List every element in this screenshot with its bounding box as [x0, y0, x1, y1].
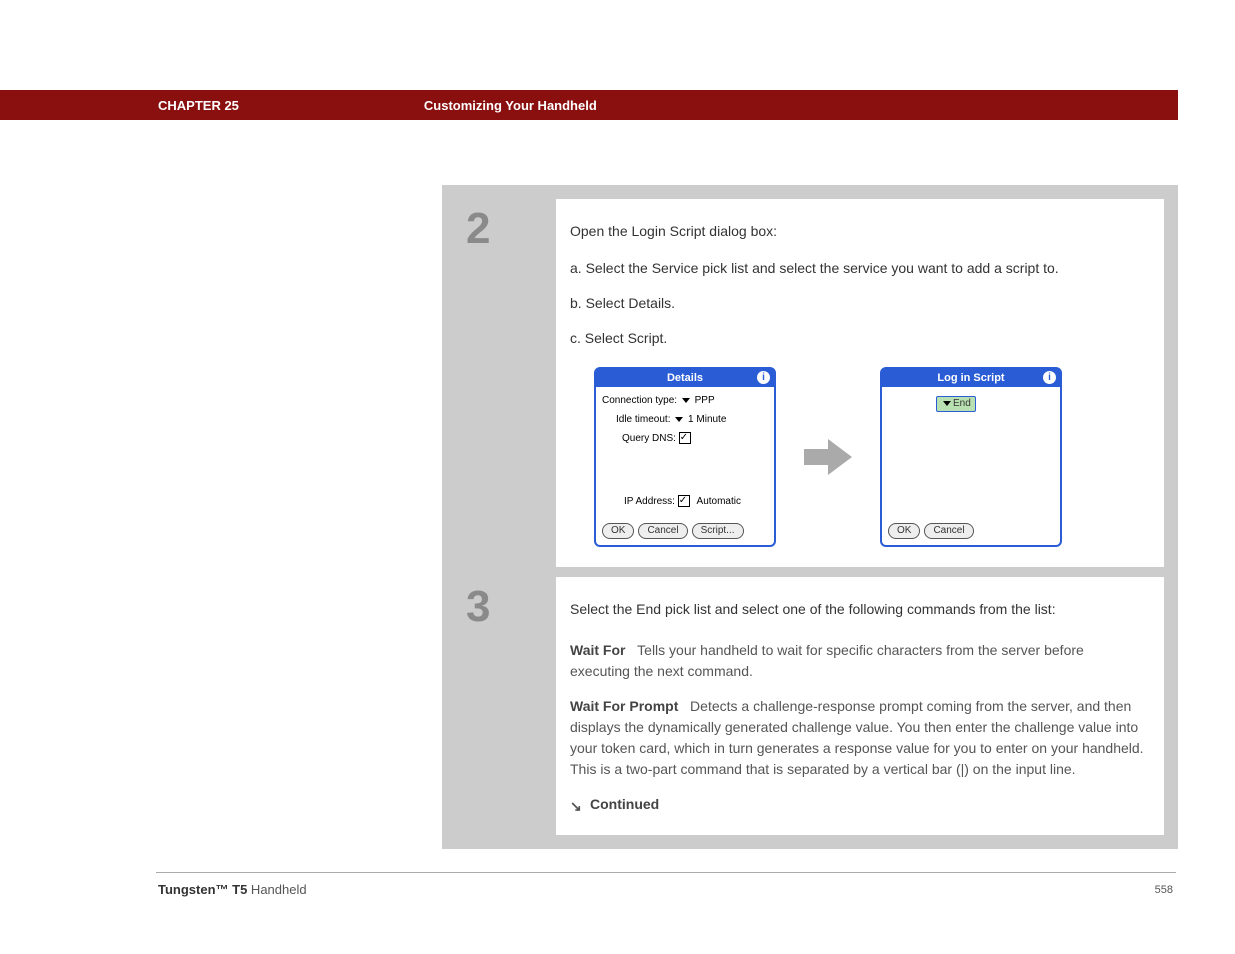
- connection-type-value: PPP: [695, 395, 715, 406]
- cancel-button[interactable]: Cancel: [924, 523, 973, 539]
- end-pick-value: End: [953, 396, 971, 411]
- step-number-3: 3: [456, 577, 556, 835]
- step2-lead: Open the Login Script dialog box:: [570, 221, 1144, 242]
- ip-address-checkbox[interactable]: [678, 495, 690, 507]
- script-buttons: OK Cancel: [888, 523, 974, 539]
- details-body: Connection type: PPP Idle timeout: 1 Min…: [596, 387, 774, 509]
- script-title: Log in Script: [937, 370, 1004, 387]
- query-dns-row: Query DNS:: [602, 431, 768, 446]
- step3-lead: Select the End pick list and select one …: [570, 599, 1144, 620]
- query-dns-checkbox[interactable]: [679, 432, 691, 444]
- info-icon[interactable]: i: [757, 371, 770, 384]
- waitfor-name: Wait For: [570, 642, 625, 658]
- ip-address-label: IP Address:: [624, 494, 675, 509]
- details-titlebar: Details i: [596, 369, 774, 387]
- idle-timeout-label: Idle timeout:: [616, 412, 670, 427]
- chevron-down-icon[interactable]: [682, 398, 690, 403]
- query-dns-label: Query DNS:: [622, 431, 676, 446]
- ok-button[interactable]: OK: [888, 523, 920, 539]
- chevron-down-icon[interactable]: [675, 417, 683, 422]
- end-picklist[interactable]: End: [936, 396, 976, 412]
- step-2-body: Open the Login Script dialog box: a. Sel…: [556, 199, 1164, 567]
- connection-type-row: Connection type: PPP: [602, 393, 768, 408]
- cancel-button[interactable]: Cancel: [638, 523, 687, 539]
- waitfor-block: Wait For Tells your handheld to wait for…: [570, 640, 1144, 682]
- footer-product-bold: Tungsten™ T5: [158, 882, 247, 897]
- idle-timeout-value: 1 Minute: [688, 414, 726, 425]
- details-buttons: OK Cancel Script...: [602, 523, 744, 539]
- step-3-body: Select the End pick list and select one …: [556, 577, 1164, 835]
- ip-address-row: IP Address: Automatic: [602, 494, 768, 509]
- ok-button[interactable]: OK: [602, 523, 634, 539]
- chapter-header: CHAPTER 25 Customizing Your Handheld: [0, 90, 1178, 120]
- continued-arrow-icon: [570, 798, 584, 812]
- screenshots-row: Details i Connection type: PPP Idle time…: [594, 367, 1144, 547]
- idle-timeout-row: Idle timeout: 1 Minute: [602, 412, 768, 427]
- step-number-2: 2: [456, 199, 556, 567]
- waitfor-text: Tells your handheld to wait for specific…: [570, 642, 1084, 679]
- step2-c: c. Select Script.: [570, 328, 1144, 349]
- step-2-row: 2 Open the Login Script dialog box: a. S…: [456, 199, 1164, 567]
- details-title: Details: [667, 370, 703, 387]
- chapter-label: CHAPTER 25: [158, 98, 239, 113]
- steps-container: 2 Open the Login Script dialog box: a. S…: [442, 185, 1178, 849]
- waitforprompt-block: Wait For Prompt Detects a challenge-resp…: [570, 696, 1144, 780]
- footer-product: Tungsten™ T5 Handheld: [158, 882, 307, 897]
- script-body: End: [882, 387, 1060, 416]
- arrow-right-icon: [804, 439, 852, 475]
- info-icon[interactable]: i: [1043, 371, 1056, 384]
- details-window: Details i Connection type: PPP Idle time…: [594, 367, 776, 547]
- step2-b: b. Select Details.: [570, 293, 1144, 314]
- waitforprompt-name: Wait For Prompt: [570, 698, 678, 714]
- login-script-window: Log in Script i End OK Cancel: [880, 367, 1062, 547]
- ip-address-value: Automatic: [697, 496, 741, 507]
- page-number: 558: [1155, 884, 1173, 896]
- step-3-row: 3 Select the End pick list and select on…: [456, 577, 1164, 835]
- section-title: Customizing Your Handheld: [424, 98, 597, 113]
- step2-a: a. Select the Service pick list and sele…: [570, 258, 1144, 279]
- script-titlebar: Log in Script i: [882, 369, 1060, 387]
- footer-rule: [156, 872, 1176, 873]
- chevron-down-icon: [943, 401, 951, 406]
- continued-row: Continued: [570, 794, 1144, 815]
- script-button[interactable]: Script...: [692, 523, 744, 539]
- continued-label: Continued: [590, 794, 659, 815]
- connection-type-label: Connection type:: [602, 393, 677, 408]
- footer-product-rest: Handheld: [247, 882, 306, 897]
